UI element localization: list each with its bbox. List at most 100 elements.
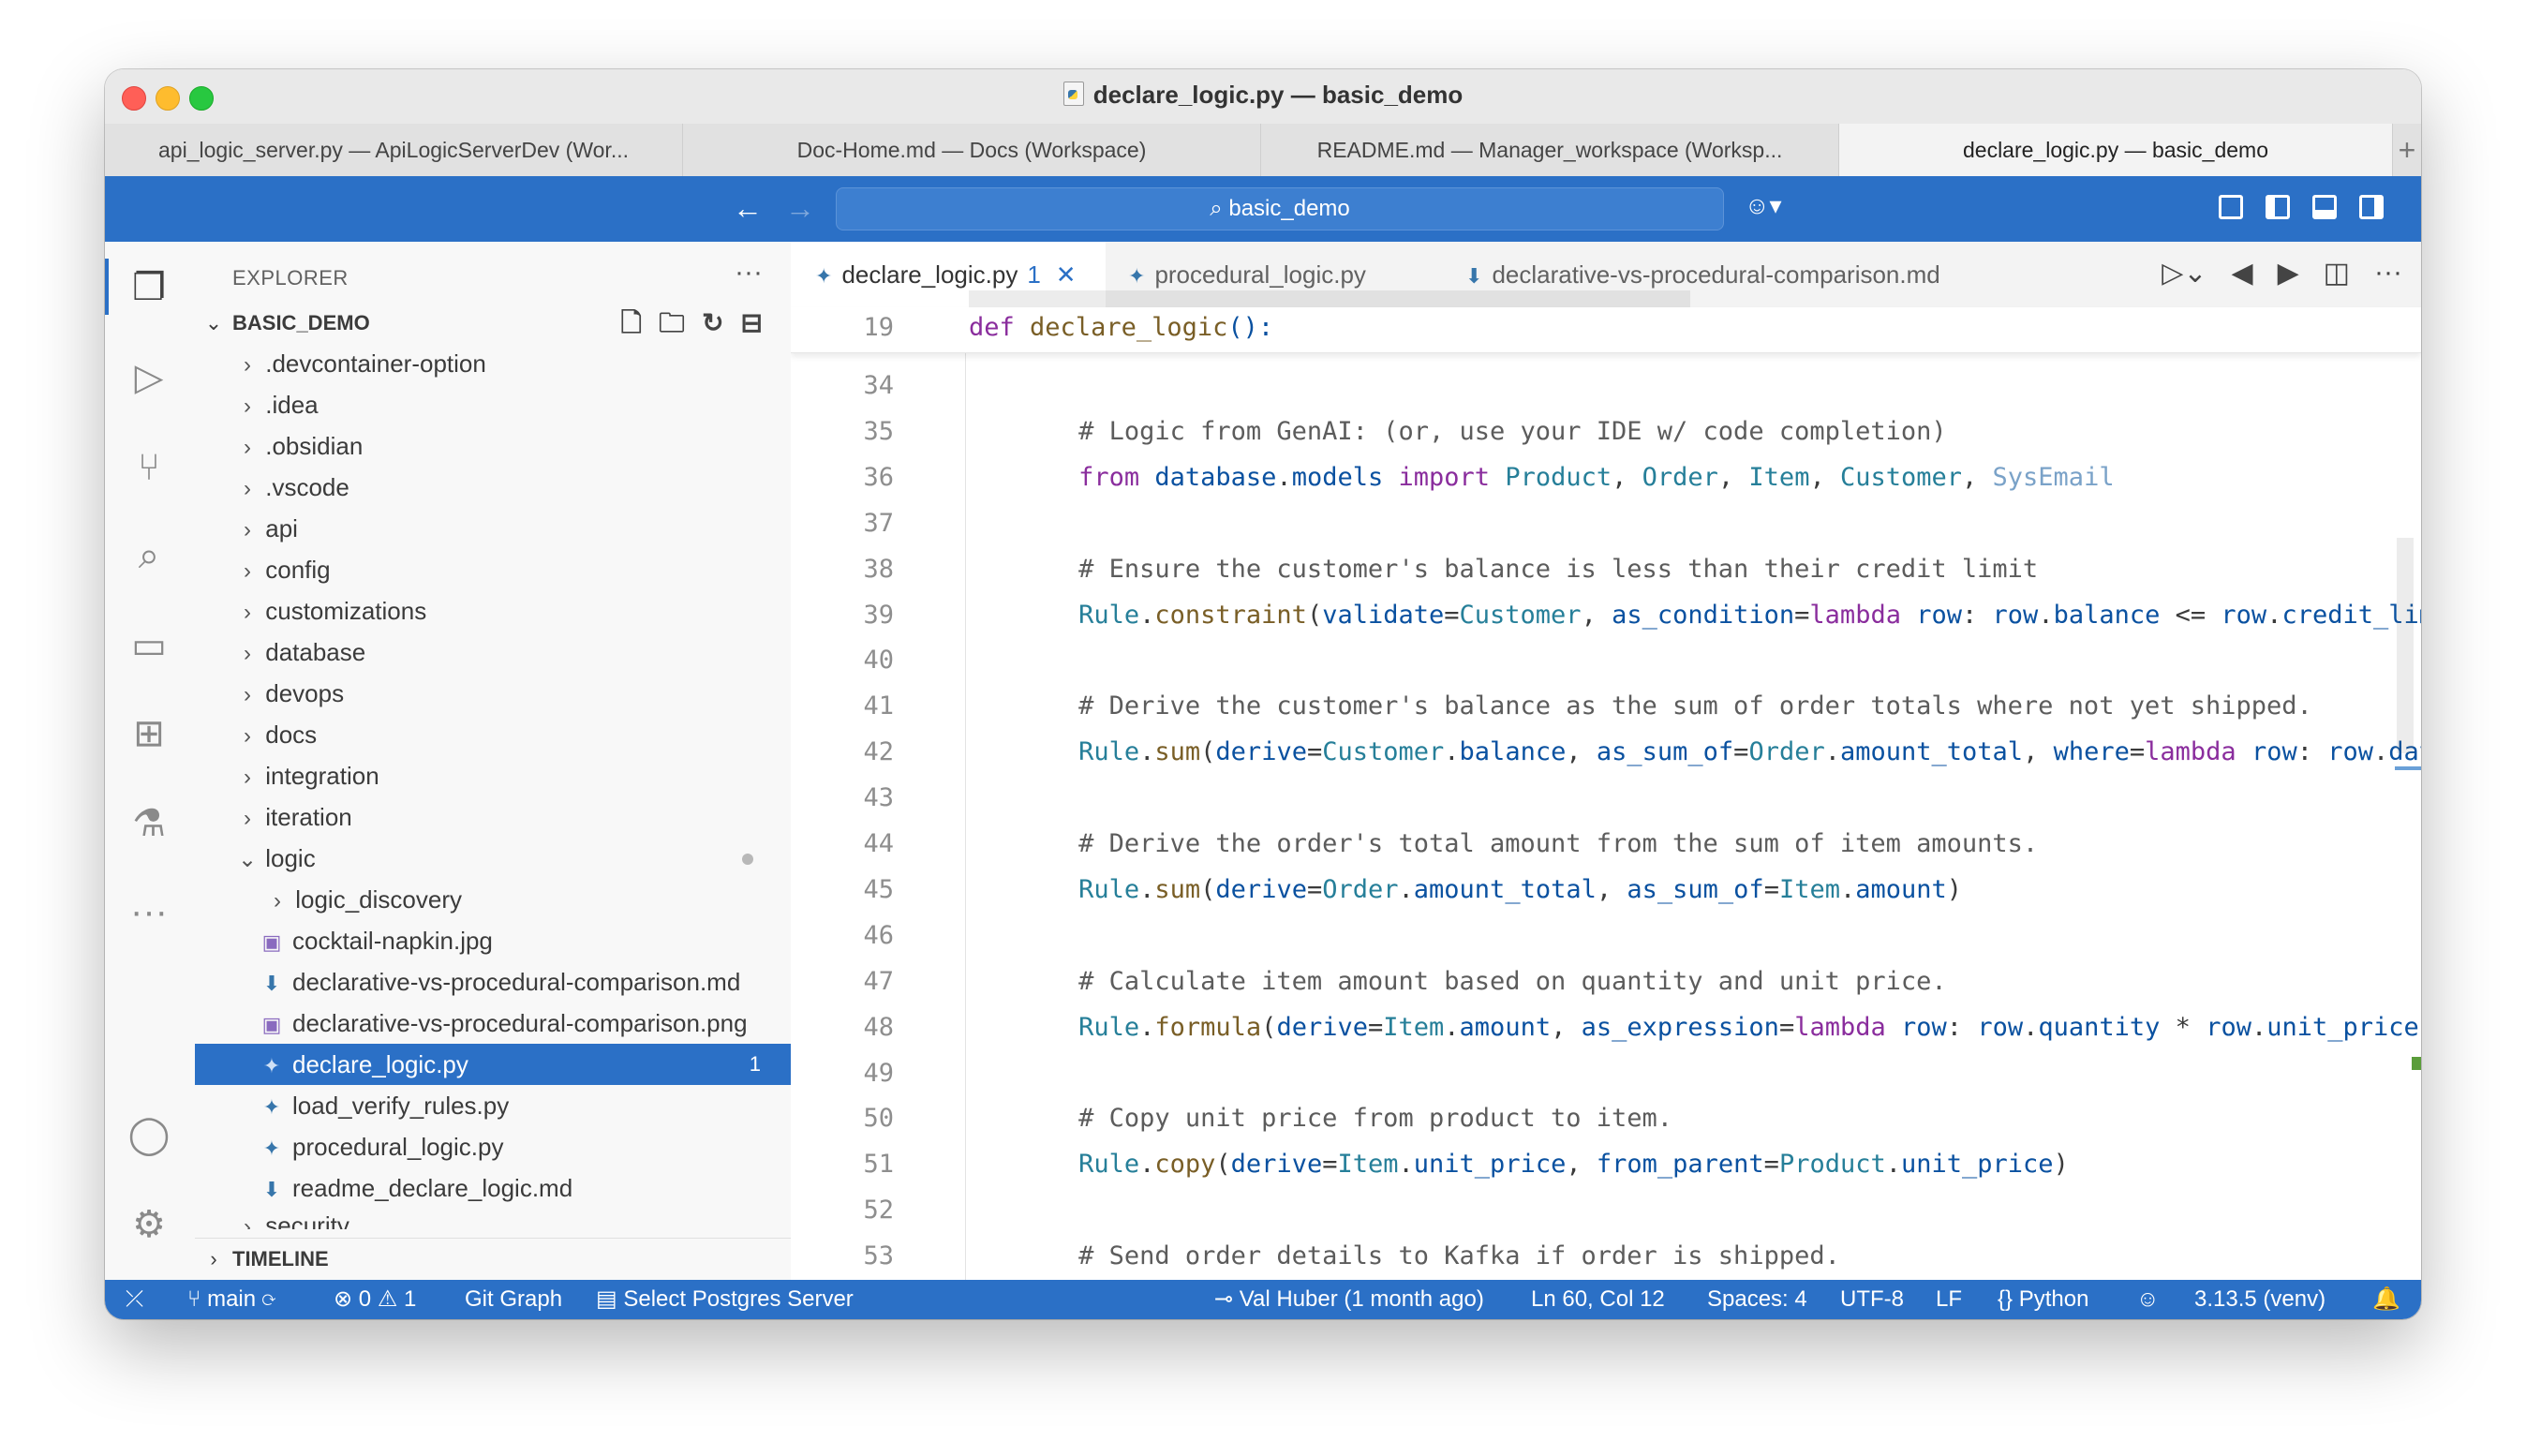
back-arrow-icon[interactable]: ← bbox=[733, 191, 763, 226]
collapse-all-icon[interactable]: ⊟ bbox=[741, 304, 763, 343]
new-tab-button[interactable]: + bbox=[2393, 124, 2421, 176]
horizontal-scrollbar[interactable] bbox=[969, 290, 1690, 307]
tree-folder[interactable]: › iteration bbox=[195, 796, 791, 838]
tree-file-selected[interactable]: ✦ declare_logic.py 1 bbox=[195, 1044, 791, 1085]
previous-change-icon[interactable]: ◀ bbox=[2232, 257, 2253, 290]
refresh-icon[interactable]: ↻ bbox=[702, 304, 723, 343]
line-number: 44 bbox=[863, 829, 894, 858]
command-center-search[interactable]: ⌕ basic_demo bbox=[836, 187, 1724, 230]
tree-file[interactable]: ⬇ readme_declare_logic.md bbox=[195, 1167, 791, 1209]
tree-folder[interactable]: › database bbox=[195, 631, 791, 673]
tree-file[interactable]: ✦ load_verify_rules.py bbox=[195, 1085, 791, 1126]
sticky-scroll-header[interactable]: 19 def declare_logic(): bbox=[791, 307, 2421, 353]
explorer-sidebar: EXPLORER ··· ⌄ BASIC_DEMO 🗋 🗀 ↻ ⊟ › .devc… bbox=[195, 242, 792, 1280]
toggle-secondary-sidebar-icon[interactable] bbox=[2359, 195, 2384, 219]
chevron-right-icon: › bbox=[244, 476, 251, 501]
tree-folder-open[interactable]: ⌄ logic bbox=[195, 838, 791, 879]
workspace-section-header[interactable]: ⌄ BASIC_DEMO 🗋 🗀 ↻ ⊟ bbox=[195, 304, 791, 343]
title-bar: declare_logic.py — basic_demo bbox=[105, 69, 2421, 125]
chevron-right-icon: › bbox=[210, 1247, 217, 1270]
braces-icon: {} bbox=[1998, 1286, 2013, 1312]
tree-folder[interactable]: › docs bbox=[195, 714, 791, 755]
encoding-status[interactable]: UTF-8 bbox=[1840, 1280, 1904, 1319]
timeline-section-header[interactable]: › TIMELINE bbox=[195, 1238, 791, 1280]
tree-folder[interactable]: › .devcontainer-option bbox=[195, 343, 791, 384]
source-control-icon[interactable]: ⑂ bbox=[126, 444, 172, 491]
git-graph-status[interactable]: Git Graph bbox=[465, 1280, 562, 1319]
split-editor-icon[interactable]: ◫ bbox=[2324, 257, 2350, 290]
remote-explorer-icon[interactable]: ▭ bbox=[126, 622, 172, 669]
tree-folder[interactable]: › .idea bbox=[195, 384, 791, 425]
chevron-right-icon: › bbox=[244, 517, 251, 542]
window-tab[interactable]: README.md — Manager_workspace (Worksp... bbox=[1261, 124, 1839, 176]
tree-file[interactable]: ▣ cocktail-napkin.jpg bbox=[195, 920, 791, 961]
line-number: 46 bbox=[863, 920, 894, 950]
more-actions-icon[interactable]: ··· bbox=[2374, 257, 2402, 290]
window-tab[interactable]: Doc-Home.md — Docs (Workspace) bbox=[683, 124, 1261, 176]
scrollbar-thumb[interactable] bbox=[2397, 538, 2414, 753]
gear-icon[interactable]: ⚙ bbox=[126, 1201, 172, 1248]
language-status[interactable]: {} Python bbox=[1998, 1280, 2088, 1319]
python-icon: ✦ bbox=[262, 1095, 281, 1119]
line-number: 19 bbox=[863, 313, 894, 342]
run-debug-icon[interactable]: ▷ bbox=[126, 354, 172, 401]
code-line: # Derive the customer's balance as the s… bbox=[1078, 691, 2312, 721]
line-number: 43 bbox=[863, 783, 894, 813]
chevron-right-icon: › bbox=[244, 682, 251, 707]
code-line: Rule.formula(derive=Item.amount, as_expr… bbox=[1078, 1012, 2421, 1042]
toggle-primary-sidebar-icon[interactable] bbox=[2266, 195, 2290, 219]
tree-folder[interactable]: › api bbox=[195, 508, 791, 549]
next-change-icon[interactable]: ▶ bbox=[2278, 257, 2299, 290]
blame-status[interactable]: ⊸ Val Huber (1 month ago) bbox=[1214, 1280, 1484, 1319]
bell-icon[interactable]: 🔔 bbox=[2372, 1280, 2400, 1319]
tree-file[interactable]: ▣ declarative-vs-procedural-comparison.pn… bbox=[195, 1003, 791, 1044]
testing-icon[interactable]: ⚗ bbox=[126, 800, 172, 847]
line-number: 39 bbox=[863, 600, 894, 630]
tree-folder[interactable]: › logic_discovery bbox=[195, 879, 791, 920]
extensions-icon[interactable]: ⊞ bbox=[126, 710, 172, 757]
close-icon[interactable]: ✕ bbox=[1056, 260, 1077, 289]
indentation-status[interactable]: Spaces: 4 bbox=[1707, 1280, 1807, 1319]
tree-folder[interactable]: › .obsidian bbox=[195, 425, 791, 467]
explorer-icon[interactable]: ❐ bbox=[126, 264, 172, 311]
postgres-status[interactable]: ▤ Select Postgres Server bbox=[596, 1280, 854, 1319]
copilot-icon[interactable]: ☺▾ bbox=[1745, 191, 1782, 220]
line-number: 50 bbox=[863, 1104, 894, 1134]
tree-folder[interactable]: › security bbox=[195, 1209, 791, 1229]
tree-folder[interactable]: › customizations bbox=[195, 590, 791, 631]
branch-status[interactable]: ⑂ main ⟳ bbox=[187, 1280, 275, 1319]
problems-status[interactable]: ⊗ 0 ⚠ 1 bbox=[334, 1280, 416, 1319]
copilot-status-icon[interactable]: ☺ bbox=[2136, 1280, 2160, 1319]
account-icon[interactable]: ◯ bbox=[126, 1111, 172, 1158]
cursor-position[interactable]: Ln 60, Col 12 bbox=[1531, 1280, 1665, 1319]
tree-file[interactable]: ⬇ declarative-vs-procedural-comparison.md bbox=[195, 961, 791, 1003]
more-views-icon[interactable]: ··· bbox=[126, 888, 172, 935]
editor-group: ✦ declare_logic.py 1 ✕ ✦ procedural_logic.py… bbox=[791, 242, 2421, 1280]
remote-icon[interactable]: ⤫ bbox=[126, 1280, 143, 1319]
line-number: 37 bbox=[863, 508, 894, 538]
run-icon[interactable]: ▷⌄ bbox=[2162, 257, 2207, 290]
tree-folder[interactable]: › .vscode bbox=[195, 467, 791, 508]
toggle-panel-icon[interactable] bbox=[2312, 195, 2337, 219]
forward-arrow-icon[interactable]: → bbox=[785, 191, 815, 226]
tree-folder[interactable]: › integration bbox=[195, 755, 791, 796]
window-tab[interactable]: api_logic_server.py — ApiLogicServerDev … bbox=[105, 124, 683, 176]
new-folder-icon[interactable]: 🗀 bbox=[659, 304, 685, 343]
python-icon: ✦ bbox=[262, 1054, 281, 1077]
modified-dot bbox=[742, 854, 753, 865]
tree-folder[interactable]: › config bbox=[195, 549, 791, 590]
sidebar-title: EXPLORER bbox=[232, 266, 349, 290]
chevron-right-icon: › bbox=[244, 723, 251, 749]
new-file-icon[interactable]: 🗋 bbox=[621, 304, 643, 343]
customize-layout-icon[interactable] bbox=[2219, 195, 2243, 219]
window-tab-active[interactable]: declare_logic.py — basic_demo bbox=[1839, 124, 2393, 176]
eol-status[interactable]: LF bbox=[1936, 1280, 1962, 1319]
tree-file[interactable]: ✦ procedural_logic.py bbox=[195, 1126, 791, 1167]
more-actions-icon[interactable]: ··· bbox=[735, 257, 763, 289]
line-number: 36 bbox=[863, 462, 894, 492]
tree-folder[interactable]: › devops bbox=[195, 673, 791, 714]
search-icon[interactable]: ⌕ bbox=[126, 532, 172, 579]
interpreter-status[interactable]: 3.13.5 (venv) bbox=[2194, 1280, 2325, 1319]
command-center-bar: ← → ⌕ basic_demo ☺▾ bbox=[105, 176, 2421, 242]
